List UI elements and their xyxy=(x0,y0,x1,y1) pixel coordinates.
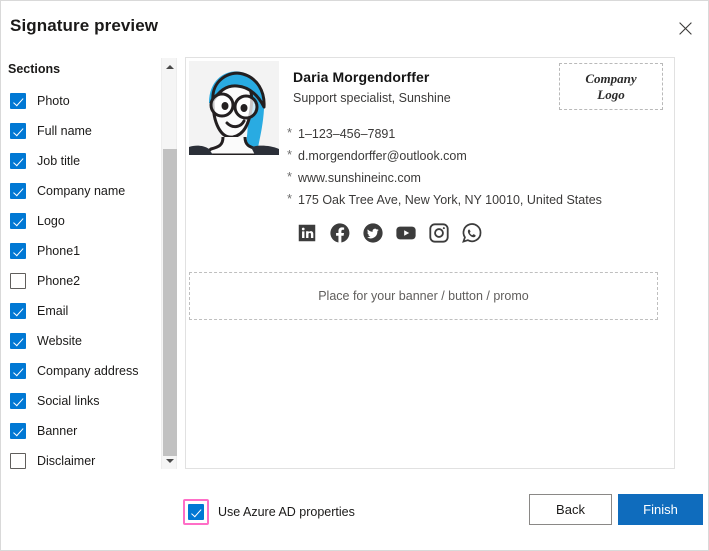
section-item-banner[interactable]: Banner xyxy=(1,416,158,446)
scroll-down-button[interactable] xyxy=(162,452,178,469)
section-label: Full name xyxy=(37,124,92,138)
sections-list[interactable]: Photo Full name Job title Company name L… xyxy=(1,86,158,469)
section-item-company-address[interactable]: Company address xyxy=(1,356,158,386)
bullet-icon: * xyxy=(287,147,293,162)
checkbox-phone2[interactable] xyxy=(10,273,26,289)
section-item-photo[interactable]: Photo xyxy=(1,86,158,116)
signature-preview-panel: Daria Morgendorffer Support specialist, … xyxy=(185,57,675,469)
contact-website[interactable]: www.sunshineinc.com xyxy=(298,170,421,186)
contact-list: * 1–123–456–7891 * d.morgendorffer@outlo… xyxy=(287,126,667,214)
company-logo-line2: Logo xyxy=(597,86,625,102)
chevron-down-icon xyxy=(166,458,174,463)
banner-placeholder-text: Place for your banner / button / promo xyxy=(318,289,529,303)
youtube-icon[interactable] xyxy=(395,222,417,244)
close-icon xyxy=(678,21,692,35)
checkbox-phone1[interactable] xyxy=(10,243,26,259)
section-item-logo[interactable]: Logo xyxy=(1,206,158,236)
contact-phone: 1–123–456–7891 xyxy=(298,127,396,141)
contact-row-website: * www.sunshineinc.com xyxy=(287,170,667,192)
section-item-disclaimer[interactable]: Disclaimer xyxy=(1,446,158,469)
checkbox-logo[interactable] xyxy=(10,213,26,229)
scrollbar-thumb[interactable] xyxy=(163,149,177,456)
contact-address: 175 Oak Tree Ave, New York, NY 10010, Un… xyxy=(298,193,602,207)
section-label: Job title xyxy=(37,154,81,168)
section-label: Phone1 xyxy=(37,244,81,258)
contact-row-email: * d.morgendorffer@outlook.com xyxy=(287,148,667,170)
checkbox-use-azure-ad[interactable] xyxy=(188,504,204,520)
checkbox-company-name[interactable] xyxy=(10,183,26,199)
checkbox-email[interactable] xyxy=(10,303,26,319)
contact-email[interactable]: d.morgendorffer@outlook.com xyxy=(298,148,467,164)
bullet-icon: * xyxy=(287,191,293,206)
checkbox-job-title[interactable] xyxy=(10,153,26,169)
company-logo-placeholder: Company Logo xyxy=(559,63,663,110)
page-title: Signature preview xyxy=(10,16,159,35)
checkbox-banner[interactable] xyxy=(10,423,26,439)
finish-button[interactable]: Finish xyxy=(618,494,703,525)
section-item-social-links[interactable]: Social links xyxy=(1,386,158,416)
section-item-job-title[interactable]: Job title xyxy=(1,146,158,176)
signature-name: Daria Morgendorffer xyxy=(293,69,430,85)
linkedin-icon[interactable] xyxy=(296,222,318,244)
twitter-icon[interactable] xyxy=(362,222,384,244)
section-label: Disclaimer xyxy=(37,454,96,468)
section-label: Photo xyxy=(37,94,70,108)
sections-heading: Sections xyxy=(8,62,61,76)
checkbox-social-links[interactable] xyxy=(10,393,26,409)
whatsapp-icon[interactable] xyxy=(461,222,483,244)
section-item-email[interactable]: Email xyxy=(1,296,158,326)
section-item-phone1[interactable]: Phone1 xyxy=(1,236,158,266)
checkbox-website[interactable] xyxy=(10,333,26,349)
signature-role: Support specialist, Sunshine xyxy=(293,91,451,105)
section-label: Phone2 xyxy=(37,274,81,288)
scroll-up-button[interactable] xyxy=(162,58,178,75)
checkbox-company-address[interactable] xyxy=(10,363,26,379)
signature-preview-dialog: Signature preview Sections Photo Full na… xyxy=(0,0,709,551)
section-label: Company name xyxy=(37,184,126,198)
chevron-up-icon xyxy=(166,64,174,69)
contact-row-phone: * 1–123–456–7891 xyxy=(287,126,667,148)
bullet-icon: * xyxy=(287,169,293,184)
section-label: Logo xyxy=(37,214,65,228)
close-button[interactable] xyxy=(664,11,706,45)
checkbox-disclaimer[interactable] xyxy=(10,453,26,469)
azure-ad-checkbox-highlight xyxy=(183,499,209,525)
banner-placeholder[interactable]: Place for your banner / button / promo xyxy=(189,272,658,320)
section-item-website[interactable]: Website xyxy=(1,326,158,356)
section-item-full-name[interactable]: Full name xyxy=(1,116,158,146)
section-item-phone2[interactable]: Phone2 xyxy=(1,266,158,296)
checkbox-full-name[interactable] xyxy=(10,123,26,139)
section-label: Company address xyxy=(37,364,139,378)
section-item-company-name[interactable]: Company name xyxy=(1,176,158,206)
azure-ad-checkbox-row[interactable]: Use Azure AD properties xyxy=(183,499,355,525)
social-links-row xyxy=(296,222,483,244)
azure-ad-checkbox-label: Use Azure AD properties xyxy=(218,505,355,519)
section-label: Email xyxy=(37,304,69,318)
section-label: Website xyxy=(37,334,82,348)
bullet-icon: * xyxy=(287,125,293,140)
back-button[interactable]: Back xyxy=(529,494,612,525)
section-label: Social links xyxy=(37,394,100,408)
company-logo-line1: Company xyxy=(585,70,637,86)
contact-row-address: * 175 Oak Tree Ave, New York, NY 10010, … xyxy=(287,192,667,214)
checkbox-photo[interactable] xyxy=(10,93,26,109)
instagram-icon[interactable] xyxy=(428,222,450,244)
sections-scrollbar[interactable] xyxy=(161,58,177,469)
facebook-icon[interactable] xyxy=(329,222,351,244)
avatar xyxy=(189,61,279,155)
section-label: Banner xyxy=(37,424,78,438)
